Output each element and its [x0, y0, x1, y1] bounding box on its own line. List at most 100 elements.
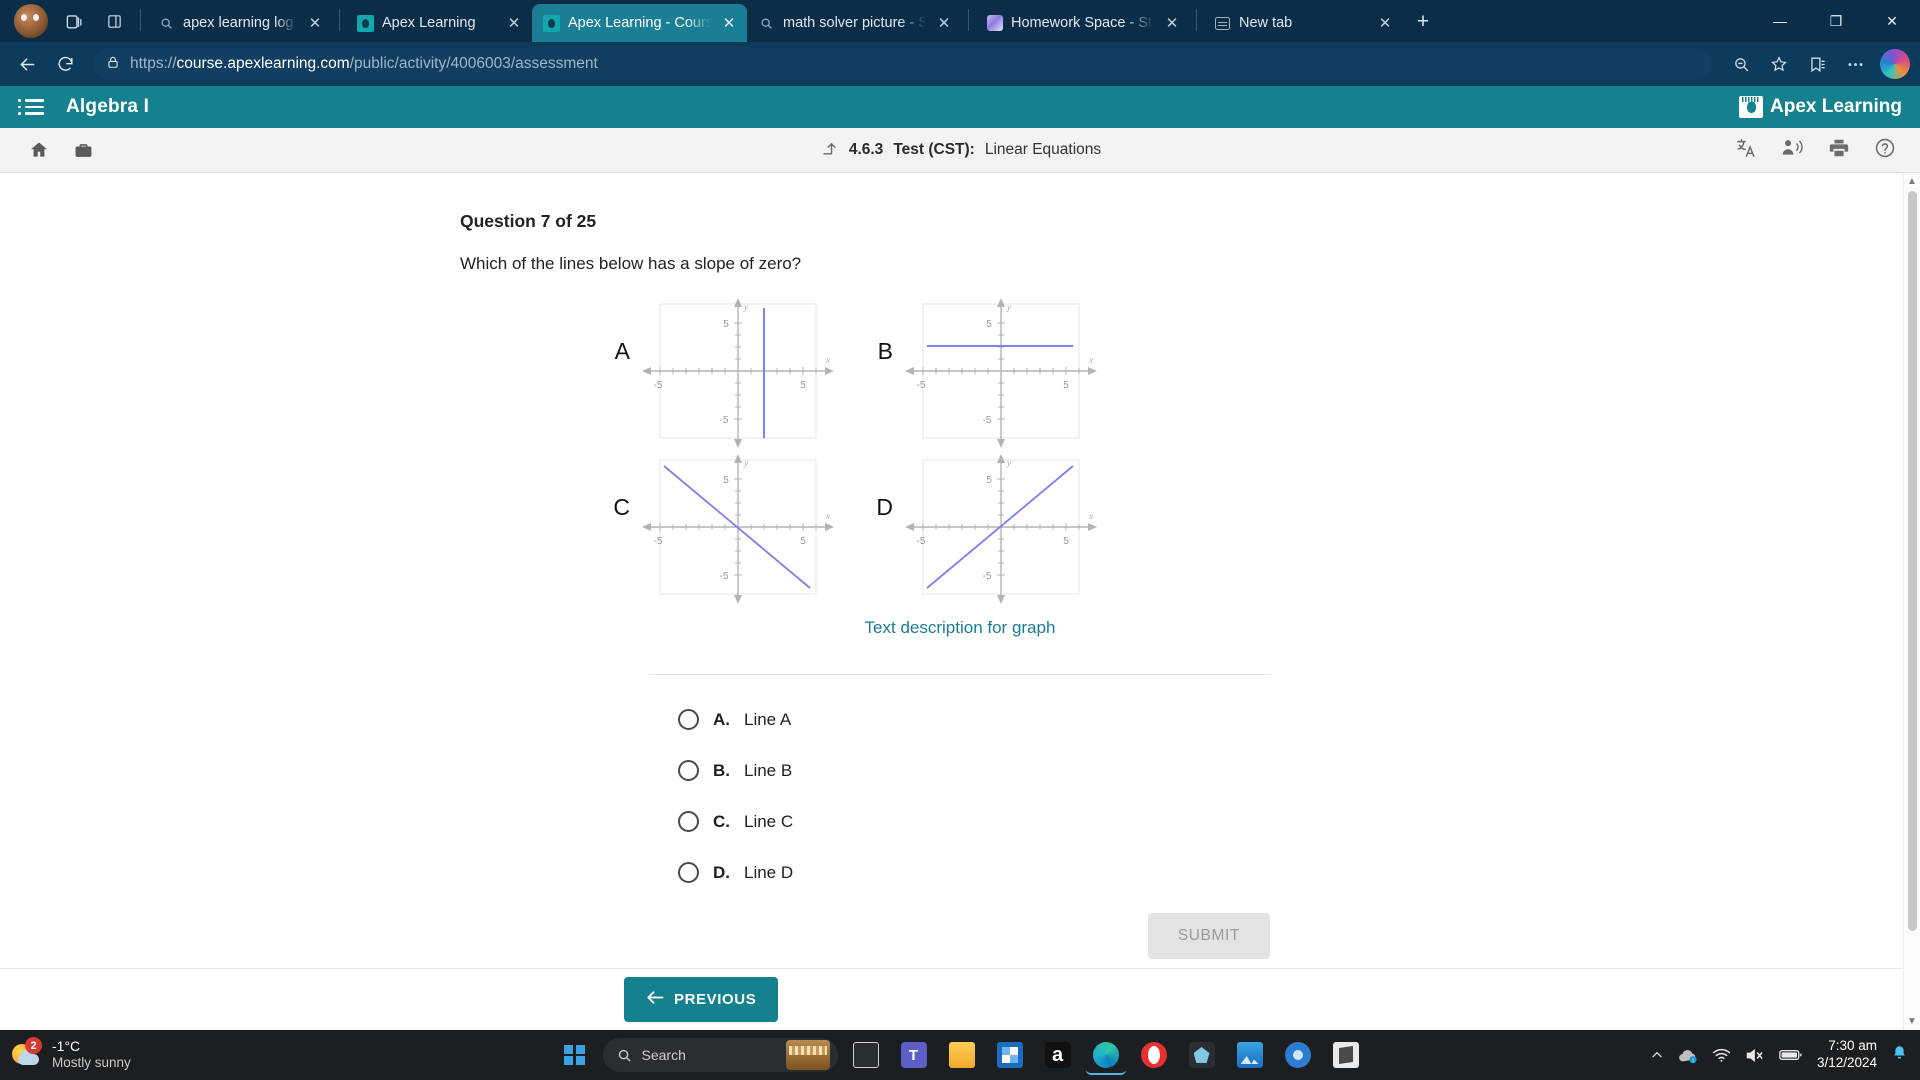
search-icon: [618, 1049, 631, 1062]
url-text: https://course.apexlearning.com/public/a…: [130, 55, 598, 73]
address-bar[interactable]: https://course.apexlearning.com/public/a…: [94, 48, 1712, 80]
svg-text:5: 5: [723, 475, 729, 486]
previous-button[interactable]: PREVIOUS: [624, 977, 779, 1022]
apex-logo-text: Apex Learning: [1770, 96, 1902, 117]
settings-app[interactable]: [1278, 1035, 1318, 1075]
text-description-link[interactable]: Text description for graph: [550, 618, 1370, 638]
refresh-icon[interactable]: [48, 47, 82, 81]
weather-text: -1°C Mostly sunny: [52, 1038, 131, 1072]
radio-button[interactable]: [678, 811, 699, 832]
teams-app[interactable]: [894, 1035, 934, 1075]
hamburger-menu-icon[interactable]: [18, 94, 44, 120]
onedrive-icon[interactable]: i: [1678, 1047, 1698, 1064]
tab-strip: apex learning log in - Sea ✕ Apex Learni…: [0, 0, 1920, 42]
close-icon[interactable]: ✕: [1162, 13, 1182, 33]
wifi-icon[interactable]: [1712, 1047, 1731, 1063]
browser-tab[interactable]: apex learning log in - Sea ✕: [147, 4, 333, 42]
notification-bell-icon[interactable]: [1891, 1044, 1908, 1067]
volume-muted-icon[interactable]: [1745, 1047, 1765, 1064]
browser-tab[interactable]: New tab ✕: [1203, 4, 1403, 42]
file-explorer-app[interactable]: [942, 1035, 982, 1075]
profile-avatar[interactable]: [14, 4, 48, 38]
back-arrow-icon[interactable]: [10, 47, 44, 81]
submit-button[interactable]: SUBMIT: [1147, 913, 1270, 959]
new-tab-button[interactable]: +: [1407, 6, 1439, 38]
svg-text:y: y: [1006, 302, 1011, 312]
close-icon[interactable]: ✕: [504, 13, 524, 33]
browser-tab[interactable]: Apex Learning ✕: [346, 4, 532, 42]
homework-space-favicon: [986, 15, 1003, 32]
up-level-icon[interactable]: [819, 138, 839, 163]
close-icon[interactable]: ✕: [719, 13, 739, 33]
zoom-out-icon[interactable]: [1724, 47, 1758, 81]
opera-browser-app[interactable]: [1134, 1035, 1174, 1075]
photos-app[interactable]: [1230, 1035, 1270, 1075]
x-axis-label: x: [825, 355, 830, 365]
edge-browser-app[interactable]: [1086, 1035, 1126, 1075]
answer-choice-a[interactable]: A. Line A: [678, 709, 1270, 730]
x-tick-left: -5: [654, 380, 663, 391]
more-options-icon[interactable]: [1838, 47, 1872, 81]
favorites-icon[interactable]: [1800, 47, 1834, 81]
show-hidden-icons[interactable]: [1650, 1048, 1664, 1062]
collections-icon[interactable]: [57, 4, 91, 38]
browser-tab-active[interactable]: Apex Learning - Courses ✕: [532, 4, 747, 42]
page-scrollbar[interactable]: ▲ ▼: [1903, 173, 1920, 1030]
close-icon[interactable]: ✕: [305, 13, 325, 33]
search-icon: [158, 15, 175, 32]
answer-choice-d[interactable]: D. Line D: [678, 862, 1270, 883]
divider: [968, 9, 969, 31]
translate-icon[interactable]: [1735, 137, 1757, 164]
close-window-button[interactable]: ✕: [1864, 0, 1920, 42]
radio-button[interactable]: [678, 709, 699, 730]
choice-letter: C.: [713, 811, 730, 831]
minimize-button[interactable]: —: [1752, 0, 1808, 42]
close-icon[interactable]: ✕: [1375, 13, 1395, 33]
print-icon[interactable]: [1828, 137, 1850, 164]
battery-icon[interactable]: [1779, 1048, 1803, 1062]
scroll-up-icon[interactable]: ▲: [1907, 173, 1917, 190]
graph-option-d: D -5 5 5 -5 x y: [873, 454, 1106, 604]
divider: [339, 9, 340, 31]
split-screen-icon[interactable]: [97, 4, 131, 38]
graph-label: C: [613, 494, 630, 520]
radio-button[interactable]: [678, 760, 699, 781]
divider: [1196, 9, 1197, 31]
browser-tab[interactable]: math solver picture - Sear ✕: [747, 4, 962, 42]
task-view-button[interactable]: [846, 1035, 886, 1075]
weather-widget[interactable]: 2 -1°C Mostly sunny: [12, 1037, 312, 1072]
svg-text:x: x: [825, 511, 830, 521]
answer-choice-b[interactable]: B. Line B: [678, 760, 1270, 781]
copilot-icon[interactable]: [1880, 49, 1910, 79]
search-placeholder: Search: [641, 1047, 686, 1063]
scroll-down-icon[interactable]: ▼: [1907, 1013, 1917, 1030]
start-button[interactable]: [555, 1035, 595, 1075]
svg-text:-5: -5: [917, 536, 926, 547]
home-icon[interactable]: [24, 135, 54, 165]
radio-button[interactable]: [678, 862, 699, 883]
svg-text:x: x: [1088, 355, 1093, 365]
answer-choice-c[interactable]: C. Line C: [678, 811, 1270, 832]
amazon-app[interactable]: [1038, 1035, 1078, 1075]
briefcase-icon[interactable]: [68, 135, 98, 165]
apex-learning-logo: Apex Learning: [1739, 96, 1902, 118]
browser-tab[interactable]: Homework Space - Study ✕: [975, 4, 1190, 42]
graph-options: A -5 5 5 -5 x y B -5 5 5 -5 x y C -5 5 5…: [610, 298, 1460, 604]
star-icon[interactable]: [1762, 47, 1796, 81]
unknown-app[interactable]: [1326, 1035, 1366, 1075]
microsoft-store-app[interactable]: [990, 1035, 1030, 1075]
svg-text:5: 5: [1063, 536, 1069, 547]
scrollbar-thumb[interactable]: [1907, 191, 1917, 931]
x-tick-right: 5: [800, 380, 806, 391]
extension-app[interactable]: [1182, 1035, 1222, 1075]
url-path: /public/activity/4006003/assessment: [349, 55, 598, 72]
close-icon[interactable]: ✕: [934, 13, 954, 33]
navigation-footer: PREVIOUS: [0, 968, 1920, 1030]
maximize-button[interactable]: ❐: [1808, 0, 1864, 42]
svg-text:-5: -5: [983, 571, 992, 582]
graph-label: A: [614, 338, 630, 364]
search-box[interactable]: Search: [602, 1038, 838, 1072]
read-aloud-icon[interactable]: [1781, 137, 1804, 163]
clock[interactable]: 7:30 am 3/12/2024: [1817, 1038, 1877, 1072]
help-icon[interactable]: [1874, 137, 1896, 164]
